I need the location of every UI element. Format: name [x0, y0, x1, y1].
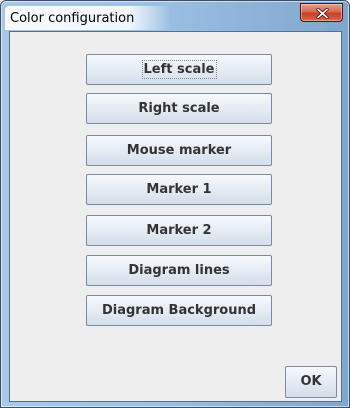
right-scale-label: Right scale: [138, 101, 220, 116]
close-icon: [316, 8, 329, 19]
mouse-marker-button[interactable]: Mouse marker: [86, 135, 272, 166]
diagram-background-label: Diagram Background: [101, 303, 257, 318]
marker-2-button[interactable]: Marker 2: [86, 215, 272, 246]
window-title: Color configuration: [10, 11, 135, 26]
right-scale-button[interactable]: Right scale: [86, 93, 272, 124]
mouse-marker-label: Mouse marker: [126, 143, 232, 158]
marker-2-label: Marker 2: [146, 223, 212, 238]
left-scale-label: Left scale: [141, 60, 217, 79]
diagram-background-button[interactable]: Diagram Background: [86, 295, 272, 326]
dialog-content: Left scale Right scale Mouse marker Mark…: [9, 31, 342, 402]
marker-1-label: Marker 1: [146, 182, 212, 197]
close-button[interactable]: [300, 3, 343, 22]
ok-button[interactable]: OK: [285, 366, 337, 398]
diagram-lines-label: Diagram lines: [128, 263, 230, 278]
color-configuration-dialog: Color configuration Left scale Right sca…: [0, 0, 350, 408]
title-bar[interactable]: Color configuration: [1, 1, 349, 31]
diagram-lines-button[interactable]: Diagram lines: [86, 255, 272, 286]
marker-1-button[interactable]: Marker 1: [86, 174, 272, 205]
left-scale-button[interactable]: Left scale: [86, 54, 272, 85]
